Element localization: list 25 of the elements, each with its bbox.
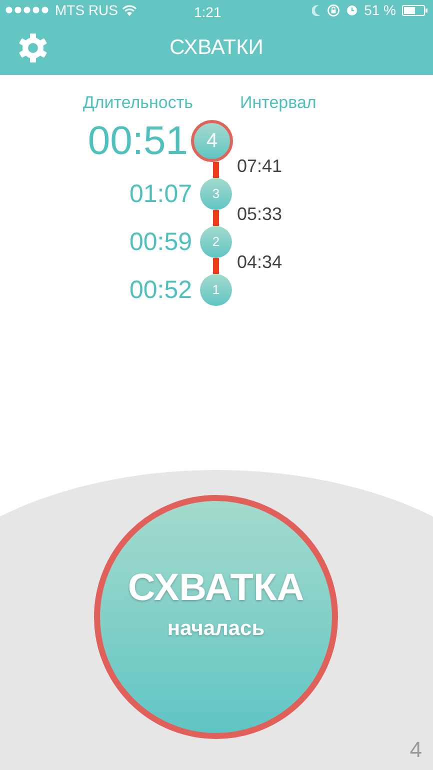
contraction-counter: 4 [410, 736, 422, 764]
interval-time: 04:34 [237, 253, 282, 271]
contraction-duration: 00:51 [86, 121, 188, 161]
contraction-number[interactable]: 2 [200, 226, 232, 258]
status-time: 1:21 [194, 3, 222, 22]
battery-percent: 51 % [364, 0, 396, 20]
contraction-number[interactable]: 4 [191, 120, 233, 162]
carrier-name: MTS RUS [55, 0, 118, 20]
contraction-duration: 00:59 [128, 230, 192, 254]
rotation-lock-icon [327, 4, 340, 16]
contraction-duration: 00:52 [128, 278, 192, 302]
settings-icon[interactable] [18, 33, 48, 63]
interval-time: 07:41 [237, 157, 282, 175]
battery-icon [402, 4, 428, 16]
interval-column-header: Интервал [240, 92, 316, 114]
duration-column-header: Длительность [82, 92, 193, 114]
signal-icon [5, 6, 51, 14]
contraction-duration: 01:07 [128, 182, 192, 206]
screen-title: СХВАТКИ [170, 34, 264, 61]
alarm-icon [346, 4, 358, 16]
interval-time: 05:33 [237, 205, 282, 223]
contraction-number[interactable]: 1 [200, 274, 232, 306]
contraction-number[interactable]: 3 [200, 178, 232, 210]
moon-icon [312, 4, 322, 16]
wifi-icon [122, 4, 137, 16]
